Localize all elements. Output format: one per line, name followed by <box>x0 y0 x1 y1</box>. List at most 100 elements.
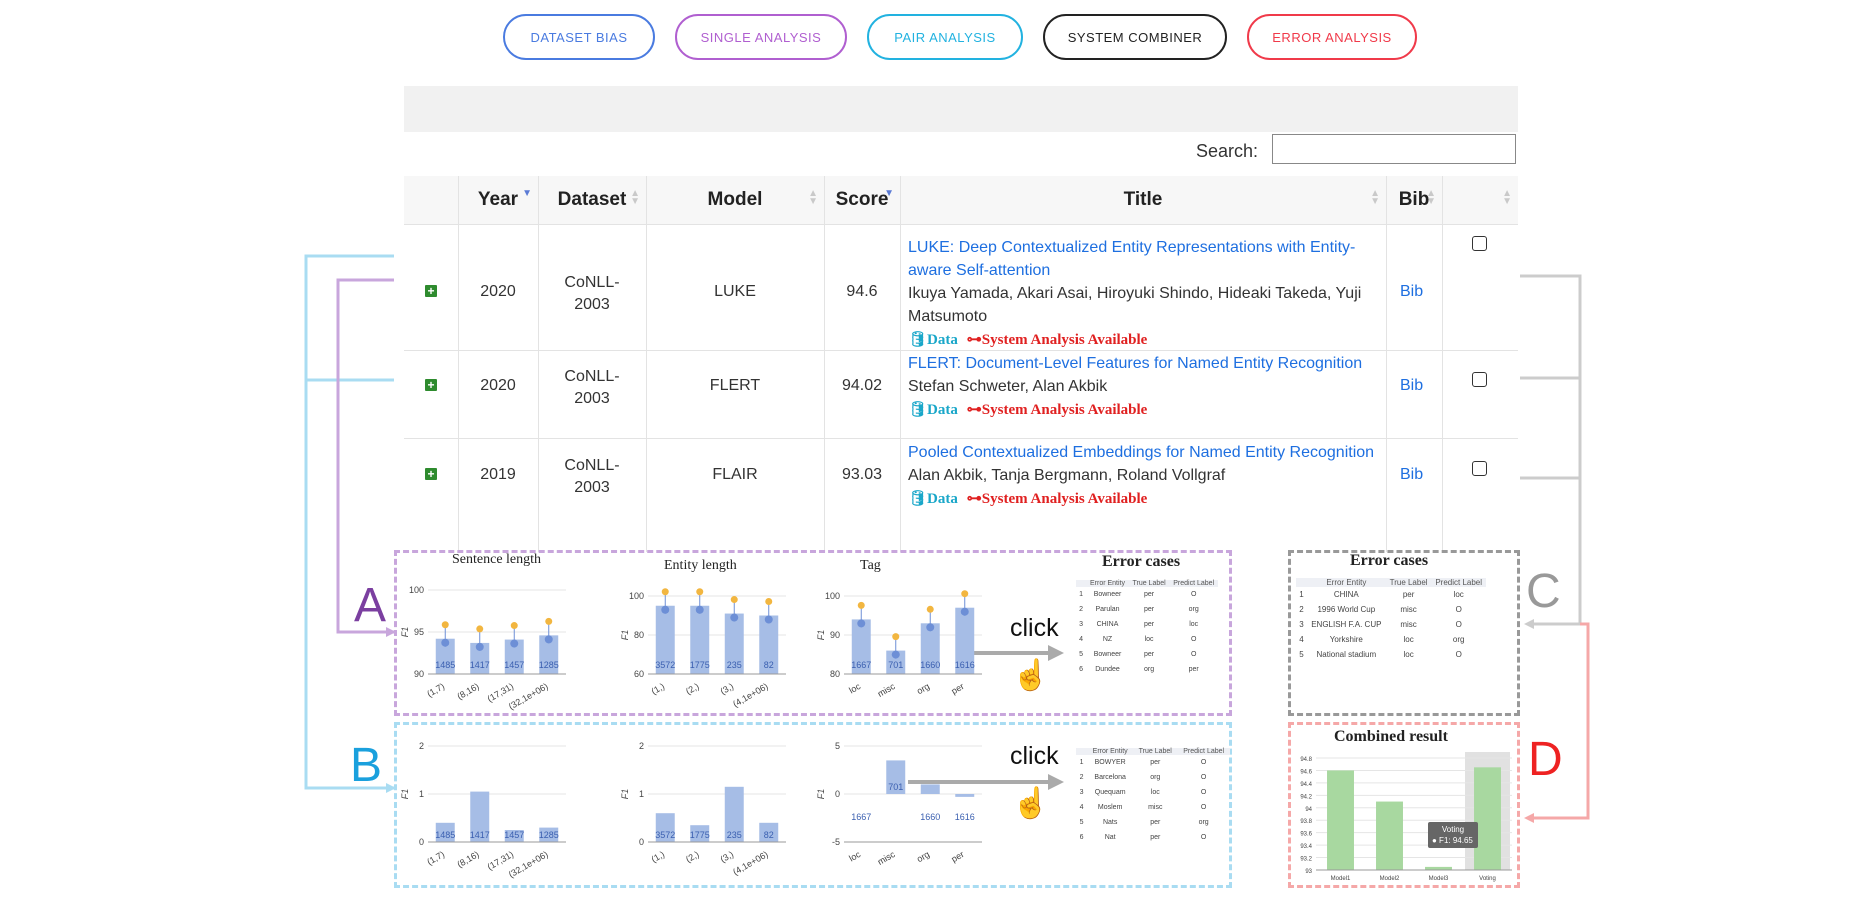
connector-b <box>304 254 394 790</box>
error-cell: 2 <box>1299 605 1304 614</box>
error-cell: misc <box>1400 620 1417 629</box>
y-tick-label: 2 <box>639 741 644 751</box>
error-table-header: Error Entity True Label Predict Label <box>1296 578 1486 587</box>
y-tick-label: 80 <box>830 669 840 679</box>
mean-point <box>475 642 484 651</box>
error-row[interactable]: 2 1996 World Cup misc O <box>1296 602 1486 617</box>
y-tick-label: 0 <box>835 789 840 799</box>
error-row[interactable]: 1 CHINA per loc <box>1296 587 1486 602</box>
error-row[interactable]: 4 NZ loc O <box>1076 632 1218 647</box>
y-tick-label: 93.2 <box>1300 857 1312 863</box>
data-label: 235 <box>727 830 742 840</box>
error-row[interactable]: 5 Nats per org <box>1076 815 1230 830</box>
error-cell: Quequam <box>1094 789 1126 796</box>
error-cell: per <box>1150 819 1161 826</box>
error-cell: O <box>1200 804 1207 811</box>
error-cell: O <box>1190 651 1197 658</box>
x-tick-label: loc <box>847 681 862 696</box>
error-bar-cap-point <box>926 605 934 613</box>
error-row[interactable]: 3 Quequam loc O <box>1076 785 1230 800</box>
error-row[interactable]: 2 Parulan per org <box>1076 602 1218 617</box>
click-label-b: click <box>1010 742 1059 770</box>
error-row[interactable]: 1 BOWYER per O <box>1076 755 1230 770</box>
error-table-c: Error Entity True Label Predict Label 1 CHIN… <box>1296 578 1486 662</box>
error-cell: loc <box>1403 650 1414 659</box>
y-tick-label: 1 <box>639 789 644 799</box>
error-cell: National stadium <box>1316 650 1377 659</box>
data-label: 701 <box>888 660 903 670</box>
label-d: D <box>1528 733 1563 786</box>
error-col-header: Error Entity <box>1086 580 1129 587</box>
chart-title-sentence-length: Sentence length <box>452 552 542 567</box>
error-cell: 1 <box>1079 591 1084 598</box>
data-label: 1616 <box>955 660 975 670</box>
x-tick-label: (1,7) <box>425 681 446 699</box>
label-b: B <box>350 739 383 792</box>
error-cell: org <box>1198 819 1209 826</box>
error-table-header: Error Entity True Label Predict Label <box>1076 748 1230 755</box>
data-label: 1417 <box>470 830 490 840</box>
mean-point <box>441 638 450 647</box>
error-row[interactable]: 2 Barcelona org O <box>1076 770 1230 785</box>
x-tick-label: (32,1e+06) <box>507 849 550 880</box>
error-row[interactable]: 5 National stadium loc O <box>1296 647 1486 662</box>
error-row[interactable]: 4 Yorkshire loc org <box>1296 632 1486 647</box>
x-tick-label: (1,) <box>650 681 667 696</box>
error-cell: per <box>1144 591 1155 598</box>
error-cell: 3 <box>1299 620 1304 629</box>
combined-result-title: Combined result <box>1334 728 1448 745</box>
error-cell: O <box>1200 774 1207 781</box>
error-cell: per <box>1150 759 1161 766</box>
error-cell: Bowneer <box>1093 651 1122 658</box>
error-row[interactable]: 6 Nat per O <box>1076 830 1230 845</box>
error-col-header: True Label <box>1128 580 1170 587</box>
error-row[interactable]: 3 CHINA per loc <box>1076 617 1218 632</box>
error-cell: Nats <box>1102 819 1118 826</box>
y-axis-label: F1 <box>620 630 630 641</box>
chart-title-entity-length: Entity length <box>664 558 737 573</box>
y-tick-label: 80 <box>634 630 644 640</box>
error-cell: 3 <box>1079 789 1084 796</box>
error-cell: O <box>1455 605 1462 614</box>
error-row[interactable]: 4 Moslem misc O <box>1076 800 1230 815</box>
error-cell: 2 <box>1079 774 1084 781</box>
y-tick-label: 1 <box>419 789 424 799</box>
data-label: 1616 <box>955 812 975 822</box>
error-row[interactable]: 6 Dundee org per <box>1076 662 1218 677</box>
y-tick-label: 94 <box>1305 807 1312 813</box>
data-label: 82 <box>764 660 774 670</box>
y-tick-label: 94.6 <box>1300 769 1312 775</box>
data-label: 1775 <box>690 660 710 670</box>
mean-point <box>926 623 935 632</box>
error-cell: 1996 World Cup <box>1317 605 1376 614</box>
tooltip-title: Voting <box>1441 825 1465 834</box>
mean-point <box>891 650 900 659</box>
chart-a3: 80 90 100 F1 1667 loc 701 misc 1660 org 1616 per <box>816 590 982 699</box>
error-table-a: Error Entity True Label Predict Label 1 Bown… <box>1076 580 1218 677</box>
pointer-hand-icon: ☝ <box>1012 787 1050 820</box>
error-col-header: True Label <box>1133 748 1178 755</box>
error-cell: 6 <box>1079 666 1084 673</box>
error-cell: misc <box>1148 804 1163 811</box>
label-c: C <box>1526 565 1561 618</box>
y-tick-label: 0 <box>639 837 644 847</box>
label-a: A <box>354 579 387 632</box>
error-cell: O <box>1455 620 1462 629</box>
x-tick-label: (4,1e+06) <box>731 849 770 877</box>
error-row[interactable]: 5 Bowneer per O <box>1076 647 1218 662</box>
error-cell: 5 <box>1079 651 1084 658</box>
data-label: 1417 <box>470 660 490 670</box>
data-label: 1485 <box>435 830 455 840</box>
error-row[interactable]: 3 ENGLISH F.A. CUP misc O <box>1296 617 1486 632</box>
data-label: 1660 <box>920 660 940 670</box>
error-col-header: Error Entity <box>1087 748 1134 755</box>
y-tick-label: 5 <box>835 741 840 751</box>
y-tick-label: 93.8 <box>1300 819 1312 825</box>
error-row[interactable]: 1 Bowneer per O <box>1076 587 1218 602</box>
error-cell: loc <box>1150 789 1160 796</box>
connector-d <box>1528 622 1590 820</box>
data-label: 82 <box>764 830 774 840</box>
x-tick-label: per <box>949 849 965 864</box>
error-cell: Dundee <box>1095 666 1120 673</box>
error-cell: loc <box>1189 621 1199 628</box>
